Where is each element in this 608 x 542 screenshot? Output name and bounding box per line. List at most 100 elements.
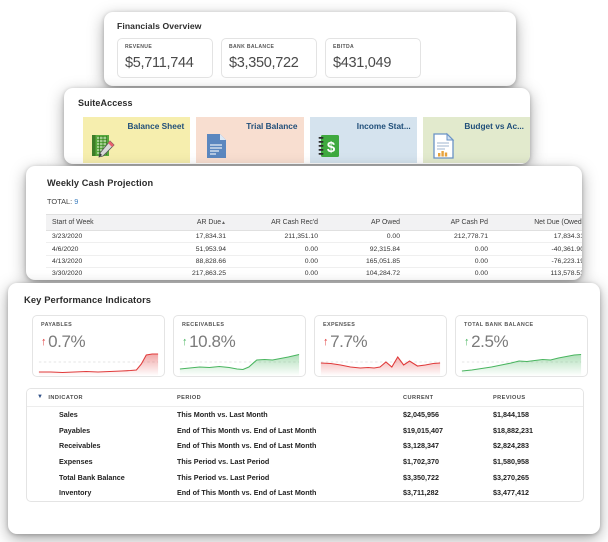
- cell-ap-cash-pd: 0.00: [406, 267, 494, 280]
- col-ap-cash-pd[interactable]: AP Cash Pd: [406, 214, 494, 231]
- financial-card[interactable]: REVENUE $5,711,744: [117, 38, 213, 78]
- cell-ar-due: 17,834.31: [144, 230, 232, 244]
- table-row[interactable]: Sales This Month vs. Last Month $2,045,9…: [27, 407, 583, 423]
- cell-ap-owed: 104,284.72: [324, 267, 406, 280]
- kpi-card-expenses[interactable]: EXPENSES ↑ 7.7%: [314, 315, 447, 377]
- financial-card-value: $3,350,722: [229, 55, 299, 71]
- cell-net-due: 17,834.31: [494, 230, 582, 244]
- kpi-cell-period[interactable]: This Month vs. Last Month: [173, 407, 399, 423]
- financial-card[interactable]: BANK BALANCE $3,350,722: [221, 38, 317, 78]
- suiteaccess-tile-budget-vs-actual[interactable]: Budget vs Ac...: [422, 117, 530, 163]
- kpi-cell-period[interactable]: End of This Month vs. End of Last Month: [173, 423, 399, 439]
- cell-start-of-week: 3/30/2020: [46, 267, 144, 280]
- cash-total-row: TOTAL: 9: [26, 188, 582, 206]
- kpi-cell-previous[interactable]: $3,477,412: [489, 485, 579, 501]
- kpi-cell-period[interactable]: This Period vs. Last Period: [173, 454, 399, 470]
- table-row[interactable]: 3/30/2020 217,863.25 0.00 104,284.72 0.0…: [46, 267, 582, 280]
- table-row[interactable]: Receivables End of This Month vs. End of…: [27, 438, 583, 454]
- financial-card-value: $431,049: [333, 55, 392, 71]
- chevron-down-icon[interactable]: ▼: [37, 394, 43, 400]
- col-ar-cash-recd[interactable]: AR Cash Rec'd: [232, 214, 324, 231]
- col-ap-owed[interactable]: AP Owed: [324, 214, 406, 231]
- kpi-cell-change: ↑ 2.5%: [579, 469, 583, 485]
- financials-overview-panel: Financials Overview REVENUE $5,711,744 B…: [104, 12, 516, 86]
- kpi-table-body: Sales This Month vs. Last Month $2,045,9…: [27, 407, 583, 501]
- kpi-table-header-row: ▼INDICATOR PERIOD CURRENT PREVIOUS CHANG…: [27, 389, 583, 407]
- table-row[interactable]: 4/6/2020 51,953.94 0.00 92,315.84 0.00 -…: [46, 242, 582, 256]
- kpi-cell-current[interactable]: $2,045,956: [399, 407, 489, 423]
- kpi-cell-period[interactable]: End of This Month vs. End of Last Month: [173, 438, 399, 454]
- cell-ap-owed: 165,051.85: [324, 255, 406, 269]
- kpi-cell-change: ↑ 0.7%: [579, 423, 583, 439]
- kpi-cell-change: ↑ 7.7%: [579, 454, 583, 470]
- kpi-card-value: ↑ 7.7%: [315, 328, 446, 352]
- suiteaccess-panel: SuiteAccess Balance Sheet Trial Balance …: [64, 88, 530, 164]
- kpi-cell-current[interactable]: $3,350,722: [399, 469, 489, 485]
- kpi-card-percent: 10.8%: [189, 332, 236, 351]
- table-row[interactable]: 4/13/2020 88,828.66 0.00 165,051.85 0.00…: [46, 255, 582, 269]
- suiteaccess-tile-trial-balance[interactable]: Trial Balance: [196, 117, 304, 163]
- sparkline-payables: [38, 353, 159, 376]
- kpi-col-indicator[interactable]: ▼ INDICATOR: [27, 389, 173, 407]
- sparkline-total-bank-balance: [461, 353, 582, 376]
- kpi-cell-current[interactable]: $1,702,370: [399, 454, 489, 470]
- kpi-cell-change: ↑ 6.7%: [579, 485, 583, 501]
- kpi-card-percent: 2.5%: [471, 332, 509, 351]
- cell-ap-owed: 0.00: [324, 230, 406, 244]
- kpi-card-label: RECEIVABLES: [182, 322, 225, 328]
- suiteaccess-panel-title: SuiteAccess: [78, 98, 133, 108]
- kpi-cell-period[interactable]: This Period vs. Last Period: [173, 469, 399, 485]
- financials-panel-title: Financials Overview: [117, 21, 202, 31]
- table-row[interactable]: 3/23/2020 17,834.31 211,351.10 0.00 212,…: [46, 230, 582, 244]
- cell-ar-due: 88,828.66: [144, 255, 232, 269]
- kpi-cell-current[interactable]: $3,711,282: [399, 485, 489, 501]
- kpi-cell-previous[interactable]: $1,844,158: [489, 407, 579, 423]
- table-row[interactable]: Payables End of This Month vs. End of La…: [27, 423, 583, 439]
- kpi-cell-indicator: Total Bank Balance: [59, 472, 125, 482]
- financial-card-label: BANK BALANCE: [229, 44, 275, 50]
- table-header-row: Start of Week AR Due▲ AR Cash Rec'd AP O…: [46, 214, 582, 231]
- kpi-cell-current[interactable]: $3,128,347: [399, 438, 489, 454]
- kpi-col-period[interactable]: PERIOD: [173, 389, 399, 407]
- kpi-cell-indicator: Inventory: [59, 488, 92, 498]
- col-start-of-week[interactable]: Start of Week: [46, 214, 144, 231]
- cell-start-of-week: 3/23/2020: [46, 230, 144, 244]
- tile-label: Budget vs Ac...: [464, 121, 524, 131]
- financial-card[interactable]: EBITDA $431,049: [325, 38, 421, 78]
- kpi-cell-previous[interactable]: $1,580,958: [489, 454, 579, 470]
- financial-card-label: REVENUE: [125, 44, 153, 50]
- financials-card-list: REVENUE $5,711,744 BANK BALANCE $3,350,7…: [104, 31, 516, 78]
- cash-projection-body: 3/23/2020 17,834.31 211,351.10 0.00 212,…: [46, 230, 582, 280]
- suiteaccess-tile-list: Balance Sheet Trial Balance Income Stat.…: [64, 108, 530, 163]
- tile-label: Income Stat...: [356, 121, 411, 131]
- kpi-cell-previous[interactable]: $18,882,231: [489, 423, 579, 439]
- table-row[interactable]: Inventory End of This Month vs. End of L…: [27, 485, 583, 501]
- col-ar-due[interactable]: AR Due▲: [144, 214, 232, 231]
- kpi-cell-previous[interactable]: $2,824,283: [489, 438, 579, 454]
- svg-text:$: $: [326, 139, 335, 156]
- cell-ap-owed: 92,315.84: [324, 242, 406, 256]
- arrow-up-icon: ↑: [464, 336, 470, 348]
- kpi-card-label: TOTAL BANK BALANCE: [464, 322, 534, 328]
- tile-label: Balance Sheet: [127, 121, 185, 131]
- cell-start-of-week: 4/13/2020: [46, 255, 144, 269]
- kpi-col-current[interactable]: CURRENT: [399, 389, 489, 407]
- kpi-card-payables[interactable]: PAYABLES ↑ 0.7%: [32, 315, 165, 377]
- kpi-card-receivables[interactable]: RECEIVABLES ↑ 10.8%: [173, 315, 306, 377]
- suiteaccess-tile-balance-sheet[interactable]: Balance Sheet: [83, 117, 191, 163]
- kpi-card-total-bank-balance[interactable]: TOTAL BANK BALANCE ↑ 2.5%: [455, 315, 588, 377]
- table-row[interactable]: Total Bank Balance This Period vs. Last …: [27, 469, 583, 485]
- cash-total-value: 9: [74, 197, 79, 206]
- kpi-cell-period[interactable]: End of This Month vs. End of Last Month: [173, 485, 399, 501]
- kpi-col-change[interactable]: CHANGE: [579, 389, 583, 407]
- cell-ar-cash-recd: 0.00: [232, 255, 324, 269]
- kpi-cell-previous[interactable]: $3,270,265: [489, 469, 579, 485]
- kpi-col-previous[interactable]: PREVIOUS: [489, 389, 579, 407]
- financial-card-label: EBITDA: [333, 44, 355, 50]
- col-net-due-owed[interactable]: Net Due (Owed): [494, 214, 582, 231]
- cell-ar-due: 51,953.94: [144, 242, 232, 256]
- kpi-cell-current[interactable]: $19,015,407: [399, 423, 489, 439]
- kpi-cell-indicator: Sales: [59, 410, 78, 420]
- suiteaccess-tile-income-statement[interactable]: Income Stat... $: [309, 117, 417, 163]
- table-row[interactable]: Expenses This Period vs. Last Period $1,…: [27, 454, 583, 470]
